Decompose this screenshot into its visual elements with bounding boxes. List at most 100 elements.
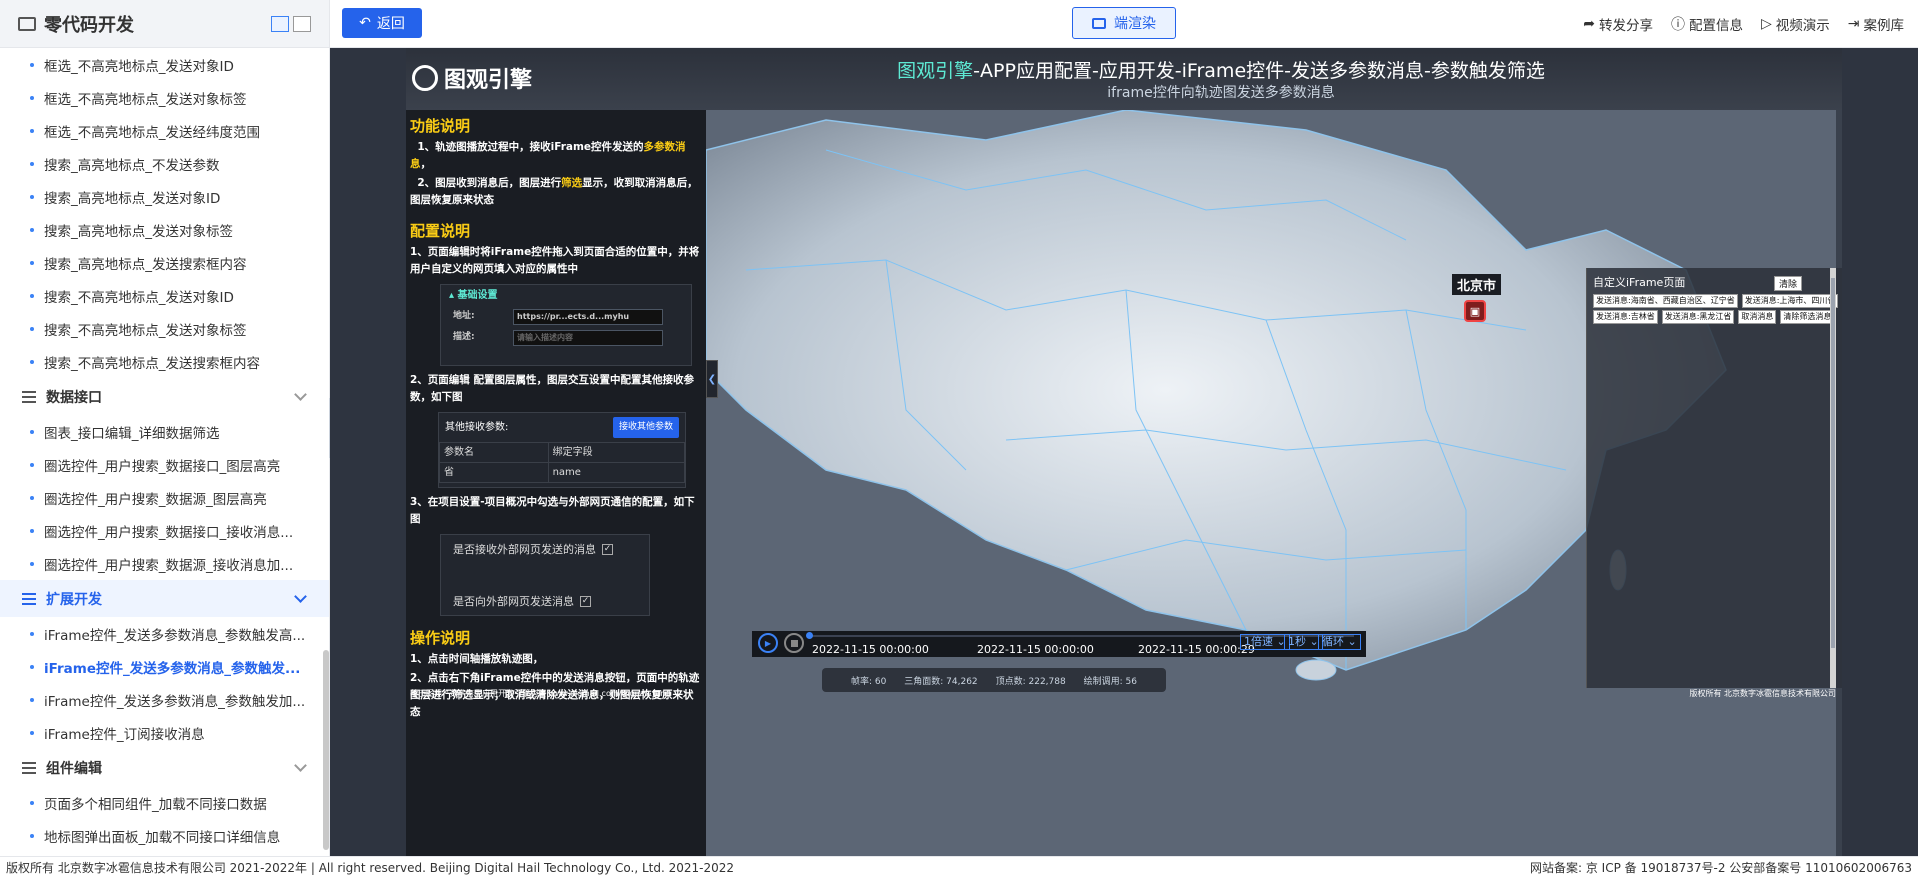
sidebar-item[interactable]: 搜索_高亮地标点_不发送参数 xyxy=(0,147,329,180)
sidebar-item[interactable]: 图表_接口编辑_详细数据筛选 xyxy=(0,415,329,448)
iframe-scrollbar[interactable] xyxy=(1830,268,1836,688)
stop-button[interactable] xyxy=(784,633,804,653)
page-footer: 版权所有 北京数字冰雹信息技术有限公司 2021-2022年 | All rig… xyxy=(0,856,1918,878)
table-cell: 参数名 xyxy=(439,442,549,463)
sidebar-item[interactable]: 搜索_不高亮地标点_发送搜索框内容 xyxy=(0,345,329,378)
sidebar-group-data[interactable]: 数据接口 xyxy=(0,378,329,415)
chevron-down-icon xyxy=(294,759,307,772)
param-screenshot: 其他接收参数: 接收其他参数 参数名 绑定字段 省 name xyxy=(438,412,686,488)
speed-select[interactable]: 1倍速 ⌄ xyxy=(1240,634,1290,650)
clear-button[interactable]: 清除 xyxy=(1773,276,1802,291)
grid-view-button[interactable] xyxy=(271,15,289,32)
config-info-button[interactable]: ⓘ 配置信息 xyxy=(1671,14,1743,34)
interval-select[interactable]: 1秒 ⌄ xyxy=(1284,634,1323,650)
car-marker-icon[interactable]: ▣ xyxy=(1464,300,1486,322)
sidebar-item[interactable]: iFrame控件_发送多参数消息_参数触发加... xyxy=(0,683,329,716)
checkbox-label: 是否接收外部网页发送的消息 xyxy=(453,543,596,556)
sidebar-item-active[interactable]: iFrame控件_发送多参数消息_参数触发... xyxy=(0,650,329,683)
video-demo-button[interactable]: ▷ 视频演示 xyxy=(1761,14,1830,34)
sidebar-item-label: 图表_接口编辑_详细数据筛选 xyxy=(44,425,220,442)
beijing-label: 北京市 xyxy=(1452,274,1502,295)
sidebar-item[interactable]: 搜索_高亮地标点_发送搜索框内容 xyxy=(0,246,329,279)
sidebar-item[interactable]: 圈选控件_用户搜索_数据源_图层高亮 xyxy=(0,481,329,514)
send-message-button[interactable]: 发送消息:海南省、西藏自治区、辽宁省 xyxy=(1593,294,1738,308)
chevron-down-icon xyxy=(294,590,307,603)
sidebar-item[interactable]: 框选_不高亮地标点_发送对象ID xyxy=(0,48,329,81)
send-message-button[interactable]: 发送消息:黑龙江省 xyxy=(1661,310,1735,324)
list-icon xyxy=(22,390,36,403)
canvas-footer-right: 版权所有 北京数字冰雹信息技术有限公司 xyxy=(1689,689,1836,698)
drawcall-stat: 绘制调用: 56 xyxy=(1083,676,1138,687)
sidebar-item[interactable]: iFrame控件_订阅接收消息 xyxy=(0,716,329,749)
canvas-footer-left: 基于图观™数字孪生应用开发引擎构建 www.digihail.com/tugua… xyxy=(410,689,671,698)
sidebar-item[interactable]: 圈选控件_用户搜索_数据源_接收消息加... xyxy=(0,547,329,580)
sidebar-item[interactable]: 搜索_不高亮地标点_发送对象标签 xyxy=(0,312,329,345)
tuguan-logo: 图观引擎 xyxy=(412,62,532,94)
cancel-message-button[interactable]: 取消消息 xyxy=(1738,310,1777,324)
bullet-icon xyxy=(30,697,34,702)
clear-filter-button[interactable]: 清除筛选消息 xyxy=(1780,310,1835,324)
sidebar-item[interactable]: 页面多个相同组件_加载不同接口数据 xyxy=(0,786,329,819)
send-message-button[interactable]: 发送消息:吉林省 xyxy=(1593,310,1658,324)
sidebar-item[interactable]: 搜索_高亮地标点_发送对象ID xyxy=(0,180,329,213)
timeline: ▶ 2022-11-15 00:00:00 2022-11-15 00:00:0… xyxy=(752,631,1366,657)
sidebar-item[interactable]: 搜索_不高亮地标点_发送对象ID xyxy=(0,279,329,312)
sidebar-group-ext[interactable]: 扩展开发 xyxy=(0,580,329,617)
sidebar-title: 零代码开发 xyxy=(44,14,134,36)
bullet-icon xyxy=(30,833,34,838)
sidebar-item[interactable]: 搜索_高亮地标点_发送对象标签 xyxy=(0,213,329,246)
timeline-start: 2022-11-15 00:00:00 xyxy=(812,643,929,656)
panel-toggle-button[interactable]: ❮ xyxy=(706,360,718,398)
sidebar-item[interactable]: 圈选控件_用户搜索_数据接口_图层高亮 xyxy=(0,448,329,481)
share-button[interactable]: ➦ 转发分享 xyxy=(1583,14,1653,34)
sidebar-item-label: 框选_不高亮地标点_发送对象ID xyxy=(44,58,234,75)
sidebar-item-label: 搜索_高亮地标点_发送搜索框内容 xyxy=(44,256,247,273)
info-text: 2、页面编辑 配置图层属性，图层交互设置中配置其他接收参数，如下图 xyxy=(410,374,694,403)
bullet-icon xyxy=(30,227,34,232)
sidebar-item-label: iFrame控件_发送多参数消息_参数触发... xyxy=(44,660,301,677)
sidebar-item[interactable]: 框选_不高亮地标点_发送对象标签 xyxy=(0,81,329,114)
section-heading: 配置说明 xyxy=(410,222,471,240)
render-canvas: 北京市 ▣ 图观引擎 图观引擎-APP应用配置-应用开发-iFrame控件-发送… xyxy=(406,48,1842,856)
image-view-button[interactable] xyxy=(293,15,311,32)
bullet-icon xyxy=(30,359,34,364)
param-top: 其他接收参数: 接收其他参数 xyxy=(439,413,685,442)
info-text: 1、点击时间轴播放轨迹图， xyxy=(410,653,544,665)
send-message-button[interactable]: 发送消息:上海市、四川省 xyxy=(1741,294,1839,308)
share-icon: ➦ xyxy=(1583,16,1595,32)
sidebar-scrollbar[interactable] xyxy=(323,650,329,850)
sidebar-item-label: iFrame控件_发送多参数消息_参数触发高... xyxy=(44,627,306,644)
bullet-icon xyxy=(30,62,34,67)
case-library-button[interactable]: ⇥ 案例库 xyxy=(1848,14,1904,34)
info-text: 2、图层收到消息后，图层进行筛选显示，收到取消消息后，图层恢复原来状态 xyxy=(410,177,698,206)
bullet-icon xyxy=(30,95,34,100)
checkbox-row: 是否接收外部网页发送的消息 ✓ xyxy=(453,541,613,558)
param-label: 其他接收参数: xyxy=(445,422,509,433)
table-cell: name xyxy=(547,462,686,483)
topbar: ↶ 返回 端渲染 ➦ 转发分享 ⓘ 配置信息 ▷ 视频演示 ⇥ 案例库 xyxy=(330,0,1918,48)
sidebar-item[interactable]: 圈选控件_用户搜索_数据接口_接收消息... xyxy=(0,514,329,547)
mode-select[interactable]: 循环 ⌄ xyxy=(1318,634,1361,650)
sidebar-item-label: 搜索_不高亮地标点_发送搜索框内容 xyxy=(44,355,260,372)
info-text: 1、轨迹图播放过程中，接收iFrame控件发送的多参数消息， xyxy=(410,141,686,170)
canvas-header: 图观引擎 图观引擎-APP应用配置-应用开发-iFrame控件-发送多参数消息-… xyxy=(406,48,1842,110)
code-icon xyxy=(18,16,36,31)
bullet-icon xyxy=(30,429,34,434)
sidebar-group-comp[interactable]: 组件编辑 xyxy=(0,749,329,786)
info-text: 3、在项目设置-项目概况中勾选与外部网页通信的配置，如下图 xyxy=(410,496,695,525)
sidebar-item-label: iFrame控件_订阅接收消息 xyxy=(44,726,205,743)
sidebar-item[interactable]: 框选_不高亮地标点_发送经纬度范围 xyxy=(0,114,329,147)
back-button[interactable]: ↶ 返回 xyxy=(342,8,422,38)
sidebar-item[interactable]: 地标图弹出面板_加载不同接口详细信息 xyxy=(0,819,329,852)
chevron-down-icon xyxy=(294,388,307,401)
logo-icon xyxy=(412,65,438,91)
play-button[interactable]: ▶ xyxy=(758,633,778,653)
play-circle-icon: ▷ xyxy=(1760,16,1772,32)
param-table: 参数名 绑定字段 省 name xyxy=(439,442,686,483)
render-button[interactable]: 端渲染 xyxy=(1072,7,1176,39)
scroll-thumb[interactable] xyxy=(1831,278,1835,648)
iframe-title: 自定义iFrame页面 xyxy=(1593,276,1686,289)
canvas-subtitle: iframe控件向轨迹图发送多参数消息 xyxy=(1107,85,1335,101)
sidebar-item[interactable]: iFrame控件_发送多参数消息_参数触发高... xyxy=(0,617,329,650)
timeline-handle[interactable] xyxy=(806,632,813,639)
